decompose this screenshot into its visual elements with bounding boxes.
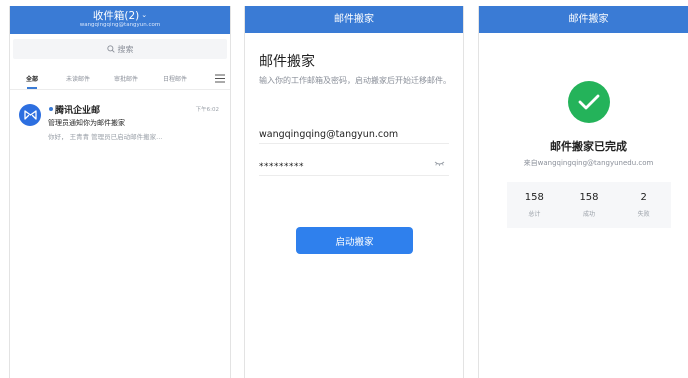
done-header: 邮件搬家	[479, 6, 688, 33]
search-icon	[106, 45, 115, 53]
stat-total-label: 总计	[528, 211, 541, 218]
email-input[interactable]	[259, 124, 449, 145]
inbox-screen: 收件箱(2) ⌄ wangqingqing@tangyun.com 搜索 全部 未…	[9, 6, 231, 378]
tab-all[interactable]: 全部	[26, 74, 38, 83]
stat-success-label: 成功	[582, 211, 595, 218]
active-tab-indicator	[27, 87, 37, 89]
tencent-mail-logo-icon	[23, 110, 37, 120]
start-migration-button[interactable]: 启动搬家	[296, 227, 413, 254]
stat-total: 158 总计	[510, 192, 558, 218]
migrate-done-screen: 邮件搬家 邮件搬家已完成 来自wangqingqing@tangyunedu.c…	[478, 6, 688, 378]
success-badge	[568, 81, 610, 123]
stat-failed: 2 失败	[620, 192, 668, 218]
inbox-header[interactable]: 收件箱(2) ⌄ wangqingqing@tangyun.com	[10, 6, 230, 34]
stat-success: 158 成功	[565, 192, 613, 218]
migrate-bar-title: 邮件搬家	[334, 14, 374, 25]
inbox-title: 收件箱(2)	[92, 10, 140, 22]
mail-time: 下午6:02	[195, 107, 219, 113]
mail-filter-tabs: 全部 未读邮件 审批邮件 日程邮件	[10, 68, 230, 90]
email-field[interactable]	[259, 122, 449, 145]
password-field[interactable]	[259, 154, 449, 177]
migrate-header: 邮件搬家	[245, 6, 463, 33]
done-title: 邮件搬家已完成	[550, 140, 627, 153]
migrate-description: 输入你的工作邮箱及密码，启动搬家后开始迁移邮件。	[259, 76, 451, 85]
tab-schedule[interactable]: 日程邮件	[163, 74, 187, 83]
account-email: wangqingqing@tangyun.com	[79, 22, 161, 28]
migrate-screen: 邮件搬家 邮件搬家 输入你的工作邮箱及密码，启动搬家后开始迁移邮件。 启动搬家	[244, 6, 464, 378]
stat-success-value: 158	[579, 192, 599, 203]
list-item[interactable]: 腾讯企业邮 下午6:02 管理员通知你为邮件搬家 你好， 王青青 管理员已启动邮…	[10, 102, 230, 148]
eye-closed-icon[interactable]	[434, 161, 445, 166]
stat-failed-label: 失败	[637, 211, 650, 218]
password-input[interactable]	[259, 157, 429, 177]
avatar	[19, 104, 41, 126]
search-placeholder: 搜索	[117, 44, 134, 54]
tab-approval[interactable]: 审批邮件	[114, 74, 138, 83]
menu-icon[interactable]	[215, 74, 225, 83]
search-box[interactable]: 搜索	[13, 39, 227, 59]
mail-preview: 你好， 王青青 管理员已启动邮件搬家...	[48, 133, 163, 141]
done-source: 来自wangqingqing@tangyunedu.com	[523, 159, 654, 167]
mail-sender: 腾讯企业邮	[55, 106, 101, 116]
chevron-down-icon[interactable]: ⌄	[141, 11, 147, 19]
done-bar-title: 邮件搬家	[568, 14, 609, 25]
migration-stats: 158 总计 158 成功 2 失败	[507, 182, 671, 228]
page-title: 邮件搬家	[259, 54, 315, 70]
checkmark-icon	[578, 94, 600, 110]
mail-subject: 管理员通知你为邮件搬家	[48, 119, 125, 127]
unread-dot	[49, 107, 53, 111]
stat-total-value: 158	[524, 192, 544, 203]
tab-unread[interactable]: 未读邮件	[66, 74, 90, 83]
stat-failed-value: 2	[640, 192, 647, 203]
